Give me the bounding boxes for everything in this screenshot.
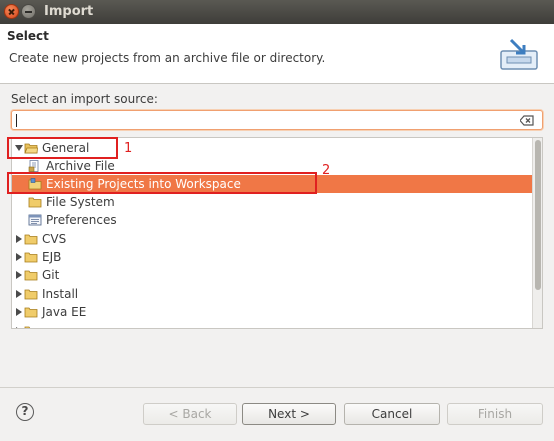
annotation-number-2: 2 (322, 163, 331, 178)
annotation-number-1: 1 (124, 141, 133, 156)
tree-vertical-scrollbar[interactable] (532, 138, 542, 328)
tree-item-label: CVS (42, 232, 67, 246)
tree-item-cvs[interactable]: CVS (12, 230, 533, 248)
tree-item-git[interactable]: Git (12, 266, 533, 284)
back-button[interactable]: < Back (143, 403, 237, 425)
tree-item-label: Install (42, 287, 79, 301)
tree-item-label: Java EE (42, 305, 87, 319)
minimize-window-button[interactable] (21, 4, 36, 19)
tree-item-label: Preferences (46, 213, 117, 227)
tree-item-label: Archive File (46, 159, 115, 173)
annotation-box-2 (7, 172, 317, 194)
archive-file-icon (28, 160, 39, 172)
folder-icon (24, 270, 38, 281)
cancel-button[interactable]: Cancel (344, 403, 440, 425)
folder-icon (24, 252, 38, 263)
help-button[interactable]: ? (16, 403, 34, 421)
expand-arrow-icon[interactable] (14, 289, 24, 299)
filter-input[interactable] (11, 110, 543, 130)
tree-item-java-ee[interactable]: Java EE (12, 303, 533, 321)
next-button[interactable]: Next > (242, 403, 336, 425)
expand-arrow-icon[interactable] (14, 252, 24, 262)
folder-icon (24, 234, 38, 245)
folder-icon (24, 289, 38, 300)
import-source-tree[interactable]: General Archive File Existing Projects i… (11, 137, 543, 329)
footer-separator (0, 387, 554, 388)
page-description: Create new projects from an archive file… (9, 51, 326, 65)
window-title: Import (44, 4, 94, 19)
tree-item-label: File System (46, 195, 115, 209)
folder-icon (28, 197, 42, 208)
import-source-label: Select an import source: (11, 92, 158, 106)
expand-arrow-icon[interactable] (14, 234, 24, 244)
folder-icon (24, 326, 31, 328)
expand-arrow-icon[interactable] (14, 307, 24, 317)
text-caret (16, 114, 17, 127)
tree-item-label: EJB (42, 250, 62, 264)
scrollbar-thumb[interactable] (535, 140, 541, 290)
wizard-header: Select Create new projects from an archi… (0, 24, 554, 84)
close-window-button[interactable] (4, 4, 19, 19)
annotation-box-1 (7, 137, 118, 159)
tree-item-install[interactable]: Install (12, 285, 533, 303)
tree-item-label: Git (42, 268, 60, 282)
page-title: Select (7, 29, 49, 43)
clear-filter-icon[interactable] (520, 115, 534, 126)
import-wizard-icon (500, 38, 538, 70)
folder-icon (24, 307, 38, 318)
title-bar: Import (0, 0, 554, 24)
tree-item-partial[interactable] (12, 322, 533, 328)
finish-button[interactable]: Finish (447, 403, 543, 425)
tree-item-ejb[interactable]: EJB (12, 248, 533, 266)
expand-arrow-icon[interactable] (14, 270, 24, 280)
tree-item-preferences[interactable]: Preferences (12, 211, 533, 229)
tree-item-file-system[interactable]: File System (12, 193, 533, 211)
preferences-icon (28, 214, 42, 226)
expand-arrow-icon[interactable] (14, 326, 24, 328)
